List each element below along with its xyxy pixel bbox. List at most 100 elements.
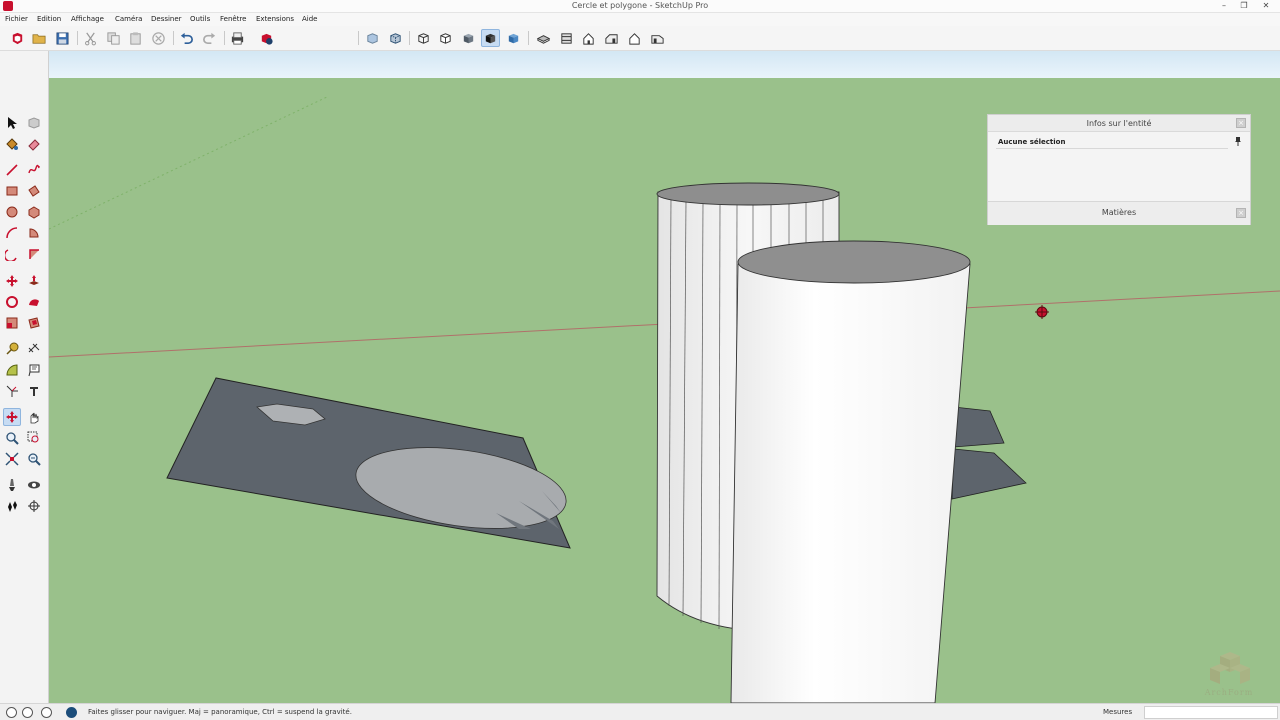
position-camera-icon[interactable]	[3, 476, 21, 494]
measurements-label: Mesures	[1103, 708, 1133, 716]
rotated-rectangle-icon[interactable]	[25, 182, 43, 200]
redo-icon[interactable]	[200, 29, 219, 47]
menu-extensions[interactable]: Extensions	[256, 15, 294, 23]
entity-info-header[interactable]: Infos sur l'entité ×	[988, 115, 1250, 132]
materials-tray-title: Matières	[1101, 208, 1137, 217]
rectangle-icon[interactable]	[3, 182, 21, 200]
entity-info-title: Infos sur l'entité	[1086, 119, 1152, 128]
follow-me-icon[interactable]	[25, 293, 43, 311]
minimize-button[interactable]: –	[1216, 0, 1232, 12]
menu-affichage[interactable]: Affichage	[71, 15, 104, 23]
menu-fichier[interactable]: Fichier	[5, 15, 28, 23]
select-icon[interactable]	[3, 114, 21, 132]
arc-icon[interactable]	[3, 224, 21, 242]
push-pull-icon[interactable]	[25, 272, 43, 290]
left-view-icon[interactable]	[648, 29, 667, 47]
xray-icon[interactable]	[363, 29, 382, 47]
zoom-window-icon[interactable]	[25, 429, 43, 447]
pan-icon[interactable]	[25, 408, 43, 426]
menu-edition[interactable]: Edition	[37, 15, 61, 23]
3d-text-icon[interactable]	[25, 382, 43, 400]
cut-icon[interactable]	[81, 29, 100, 47]
copy-icon[interactable]	[104, 29, 123, 47]
selection-status: Aucune sélection	[998, 138, 1066, 146]
iso-view-icon[interactable]	[534, 29, 553, 47]
sketchup-window: Cercle et polygone - SketchUp Pro – ❐ ✕ …	[0, 0, 1280, 720]
menu-camera[interactable]: Caméra	[115, 15, 142, 23]
protractor-icon[interactable]	[3, 361, 21, 379]
eraser-icon[interactable]	[25, 135, 43, 153]
selection-divider	[996, 148, 1228, 149]
pin-icon[interactable]	[1233, 136, 1243, 146]
offset-icon[interactable]	[25, 314, 43, 332]
back-view-icon[interactable]	[625, 29, 644, 47]
axes-icon[interactable]	[3, 382, 21, 400]
materials-close-icon[interactable]: ×	[1236, 208, 1246, 218]
erase-icon[interactable]	[149, 29, 168, 47]
pie-icon[interactable]	[25, 224, 43, 242]
three-point-arc-icon[interactable]	[25, 245, 43, 263]
menu-outils[interactable]: Outils	[190, 15, 210, 23]
paint-bucket-icon[interactable]	[3, 135, 21, 153]
user-account-icon[interactable]	[41, 707, 52, 718]
zoom-extents-icon[interactable]	[3, 450, 21, 468]
status-hint-text: Faites glisser pour naviguer. Maj = pano…	[88, 708, 352, 716]
watermark-text: ArchForm	[1204, 688, 1254, 697]
archform-logo: ArchForm	[1180, 652, 1278, 700]
menu-aide[interactable]: Aide	[302, 15, 317, 23]
credits-icon[interactable]	[22, 707, 33, 718]
line-icon[interactable]	[3, 161, 21, 179]
top-view-icon[interactable]	[557, 29, 576, 47]
tool-palette	[0, 51, 49, 703]
open-icon[interactable]	[30, 29, 49, 47]
back-edges-icon[interactable]	[386, 29, 405, 47]
save-icon[interactable]	[53, 29, 72, 47]
section-plane-icon[interactable]	[25, 497, 43, 515]
previous-icon[interactable]	[25, 450, 43, 468]
wireframe-icon[interactable]	[414, 29, 433, 47]
menu-fenetre[interactable]: Fenêtre	[220, 15, 246, 23]
two-point-arc-icon[interactable]	[3, 245, 21, 263]
entity-info-close-icon[interactable]: ×	[1236, 118, 1246, 128]
sketchup-logo-icon[interactable]	[8, 29, 27, 47]
look-around-icon[interactable]	[25, 476, 43, 494]
freehand-icon[interactable]	[25, 161, 43, 179]
zoom-icon[interactable]	[3, 429, 21, 447]
front-cylinder-top[interactable]	[737, 240, 971, 284]
title-bar: Cercle et polygone - SketchUp Pro – ❐ ✕	[0, 0, 1280, 13]
back-cylinder-top[interactable]	[656, 182, 840, 206]
paste-icon[interactable]	[126, 29, 145, 47]
walk-icon[interactable]	[3, 497, 21, 515]
orbit-icon[interactable]	[3, 408, 21, 426]
right-view-icon[interactable]	[602, 29, 621, 47]
materials-tray-header[interactable]: Matières ×	[988, 201, 1250, 225]
dimension-icon[interactable]	[25, 340, 43, 358]
model-info-icon[interactable]	[257, 29, 276, 47]
shaded-textures-icon[interactable]	[481, 29, 500, 47]
window-title: Cercle et polygone - SketchUp Pro	[571, 1, 709, 10]
tape-measure-icon[interactable]	[3, 340, 21, 358]
close-button[interactable]: ✕	[1258, 0, 1274, 12]
archform-cubes-icon	[1210, 652, 1250, 684]
menu-bar: Fichier Edition Affichage Caméra Dessine…	[0, 13, 1280, 26]
text-icon[interactable]	[25, 361, 43, 379]
measurements-input[interactable]	[1144, 706, 1278, 719]
hidden-line-icon[interactable]	[436, 29, 455, 47]
rotate-icon[interactable]	[3, 293, 21, 311]
front-view-icon[interactable]	[579, 29, 598, 47]
print-icon[interactable]	[228, 29, 247, 47]
front-cylinder-body[interactable]	[730, 263, 971, 703]
move-icon[interactable]	[3, 272, 21, 290]
entity-info-panel: Infos sur l'entité × Aucune sélection Ma…	[987, 114, 1251, 225]
undo-icon[interactable]	[177, 29, 196, 47]
polygon-icon[interactable]	[25, 203, 43, 221]
geo-location-icon[interactable]	[6, 707, 17, 718]
shaded-icon[interactable]	[459, 29, 478, 47]
component-icon[interactable]	[25, 114, 43, 132]
circle-icon[interactable]	[3, 203, 21, 221]
monochrome-icon[interactable]	[504, 29, 523, 47]
instructor-icon[interactable]	[66, 707, 77, 718]
maximize-button[interactable]: ❐	[1236, 0, 1252, 12]
menu-dessiner[interactable]: Dessiner	[151, 15, 182, 23]
scale-icon[interactable]	[3, 314, 21, 332]
